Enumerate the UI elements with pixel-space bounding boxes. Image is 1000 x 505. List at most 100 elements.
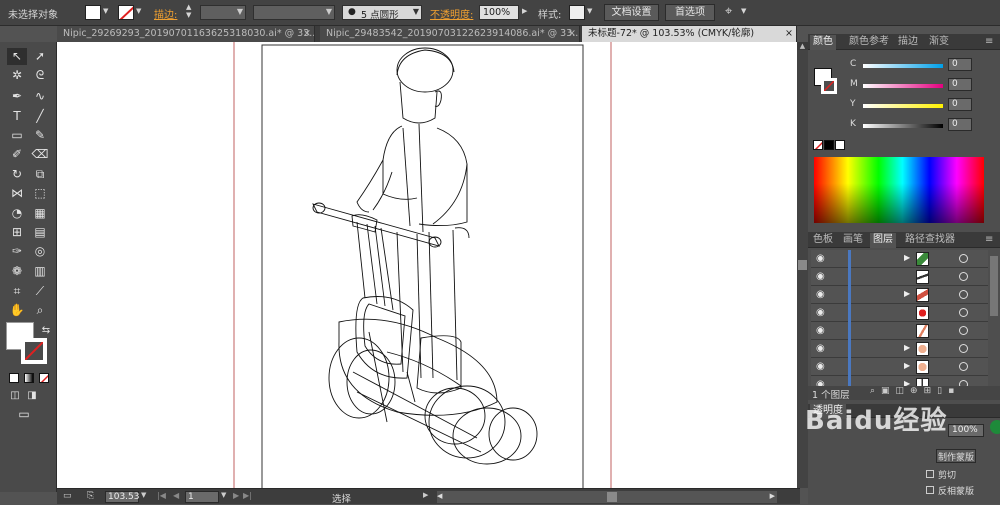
scale-icon[interactable]: ⧉ bbox=[30, 166, 50, 183]
tab-gradient[interactable]: 渐变 bbox=[926, 35, 952, 50]
arrange-icon[interactable]: ⌖ bbox=[725, 4, 732, 19]
scroll-thumb[interactable] bbox=[798, 260, 807, 270]
tab-color-guide[interactable]: 颜色参考 bbox=[846, 35, 892, 50]
artboard-nav-icon[interactable]: ▭ bbox=[63, 491, 72, 501]
expand-icon[interactable]: ▶ bbox=[904, 379, 910, 386]
opacity-input[interactable]: 100% bbox=[479, 5, 519, 20]
chevron-right-icon[interactable]: ▶ bbox=[522, 7, 527, 15]
tab-document-active[interactable]: 未标题-72* @ 103.53% (CMYK/轮廓) × bbox=[582, 26, 797, 42]
panel-menu-icon[interactable]: ≡ bbox=[982, 233, 996, 248]
eye-icon[interactable]: ◉ bbox=[816, 307, 825, 318]
stroke-color-box[interactable] bbox=[21, 338, 47, 364]
chevron-down-icon[interactable]: ▼ bbox=[741, 7, 746, 15]
fill-swatch[interactable] bbox=[85, 5, 101, 20]
paintbrush-icon[interactable]: ✎ bbox=[30, 127, 50, 144]
eye-icon[interactable]: ◉ bbox=[816, 289, 825, 300]
black-swatch[interactable] bbox=[824, 140, 834, 150]
chevron-right-icon[interactable]: ▶ bbox=[423, 491, 428, 499]
prev-page-icon[interactable]: ◀ bbox=[173, 491, 179, 500]
target-icon[interactable] bbox=[959, 254, 968, 263]
line-icon[interactable]: ╱ bbox=[30, 108, 50, 125]
zoom-input[interactable]: 103.53 bbox=[105, 491, 140, 503]
expand-icon[interactable]: ▶ bbox=[904, 289, 910, 298]
target-icon[interactable] bbox=[959, 272, 968, 281]
tab-pathfinder[interactable]: 路径查找器 bbox=[902, 233, 958, 248]
close-icon[interactable]: × bbox=[785, 26, 793, 42]
color-mode-icon[interactable] bbox=[9, 373, 19, 383]
tab-layers[interactable]: 图层 bbox=[870, 233, 896, 248]
chevron-down-icon[interactable]: ▼ bbox=[141, 491, 146, 499]
eye-icon[interactable]: ◉ bbox=[816, 325, 825, 336]
eraser-icon[interactable]: ⌫ bbox=[30, 146, 50, 163]
rectangle-icon[interactable]: ▭ bbox=[7, 127, 27, 144]
width-icon[interactable]: ⋈ bbox=[7, 185, 27, 202]
chevron-down-icon[interactable]: ▼ bbox=[103, 7, 108, 15]
selection-tool-icon[interactable]: ↖ bbox=[7, 48, 27, 65]
pencil-icon[interactable]: ✐ bbox=[7, 146, 27, 163]
black-slider[interactable] bbox=[863, 124, 943, 128]
artboard-icon[interactable]: ⌗ bbox=[7, 283, 27, 300]
panel-menu-icon[interactable]: ≡ bbox=[982, 35, 996, 50]
canvas[interactable] bbox=[57, 42, 797, 488]
perspective-icon[interactable]: ▦ bbox=[30, 205, 50, 222]
color-spectrum[interactable] bbox=[814, 157, 984, 223]
chevron-up-icon[interactable]: ▲ bbox=[797, 42, 808, 50]
column-graph-icon[interactable]: ▥ bbox=[30, 263, 50, 280]
invert-mask-checkbox[interactable] bbox=[926, 486, 934, 494]
screen-mode-icon[interactable]: ▭ bbox=[14, 406, 34, 423]
preferences-button[interactable]: 首选项 bbox=[665, 4, 715, 21]
stroke-label[interactable]: 描边: bbox=[154, 6, 177, 21]
yellow-slider[interactable] bbox=[863, 104, 943, 108]
chevron-down-icon[interactable]: ▼ bbox=[136, 7, 141, 15]
stroke-weight-select[interactable]: ▼ bbox=[200, 5, 246, 20]
expand-icon[interactable]: ▶ bbox=[904, 253, 910, 262]
tab-brushes[interactable]: 画笔 bbox=[840, 233, 866, 248]
document-setup-button[interactable]: 文档设置 bbox=[604, 4, 659, 21]
layer-row[interactable]: ◉ bbox=[811, 322, 988, 340]
swap-colors-icon[interactable]: ⇆ bbox=[36, 322, 56, 339]
rotate-icon[interactable]: ↻ bbox=[7, 166, 27, 183]
eye-icon[interactable]: ◉ bbox=[816, 343, 825, 354]
eyedropper-icon[interactable]: ✑ bbox=[7, 243, 27, 260]
symbol-sprayer-icon[interactable]: ❁ bbox=[7, 263, 27, 280]
scroll-thumb[interactable] bbox=[607, 492, 617, 502]
layer-row[interactable]: ◉ ▶ bbox=[811, 286, 988, 304]
tab-color[interactable]: 颜色 bbox=[810, 35, 836, 50]
close-icon[interactable]: × bbox=[568, 26, 576, 42]
target-icon[interactable] bbox=[959, 326, 968, 335]
chevron-left-icon[interactable]: ◀ bbox=[437, 492, 442, 500]
zoom-icon[interactable]: ⌕ bbox=[30, 302, 50, 319]
white-swatch[interactable] bbox=[835, 140, 845, 150]
pen-icon[interactable]: ✒ bbox=[7, 88, 27, 105]
eye-icon[interactable]: ◉ bbox=[816, 253, 825, 264]
lasso-icon[interactable]: ᘓ bbox=[30, 67, 50, 84]
tab-document-2[interactable]: Nipic_29483542_20190703122623914086.ai* … bbox=[320, 26, 580, 42]
target-icon[interactable] bbox=[959, 344, 968, 353]
target-icon[interactable] bbox=[959, 362, 968, 371]
opacity-label[interactable]: 不透明度: bbox=[430, 6, 473, 21]
none-mode-icon[interactable] bbox=[39, 373, 49, 383]
shape-builder-icon[interactable]: ◔ bbox=[7, 205, 27, 222]
hand-icon[interactable]: ✋ bbox=[7, 302, 27, 319]
share-icon[interactable]: ⎘ bbox=[87, 491, 94, 501]
gradient-icon[interactable]: ▤ bbox=[30, 224, 50, 241]
layer-row[interactable]: ◉ bbox=[811, 268, 988, 286]
chevron-down-icon[interactable]: ▼ bbox=[221, 491, 226, 499]
last-page-icon[interactable]: ▶| bbox=[243, 491, 252, 500]
none-swatch[interactable] bbox=[813, 140, 823, 150]
horizontal-scrollbar[interactable]: ◀ ▶ bbox=[437, 491, 777, 503]
target-icon[interactable] bbox=[959, 308, 968, 317]
brush-select[interactable]: ● 5 点圆形 ▼ bbox=[342, 5, 422, 21]
cyan-value[interactable]: 0 bbox=[948, 58, 972, 71]
direct-selection-icon[interactable]: ➚ bbox=[30, 48, 50, 65]
tab-document-1[interactable]: Nipic_29269293_20190701163625318030.ai* … bbox=[57, 26, 315, 42]
chevron-right-icon[interactable]: ▶ bbox=[770, 492, 775, 500]
layer-row[interactable]: ◉ ▶ bbox=[811, 376, 988, 386]
layer-row[interactable]: ◉ bbox=[811, 304, 988, 322]
type-icon[interactable]: T bbox=[7, 108, 27, 125]
style-swatch[interactable] bbox=[569, 5, 585, 20]
tab-stroke[interactable]: 描边 bbox=[895, 35, 921, 50]
curvature-icon[interactable]: ∿ bbox=[30, 88, 50, 105]
transparency-opacity-input[interactable]: 100% bbox=[948, 424, 984, 437]
magic-wand-icon[interactable]: ✲ bbox=[7, 67, 27, 84]
